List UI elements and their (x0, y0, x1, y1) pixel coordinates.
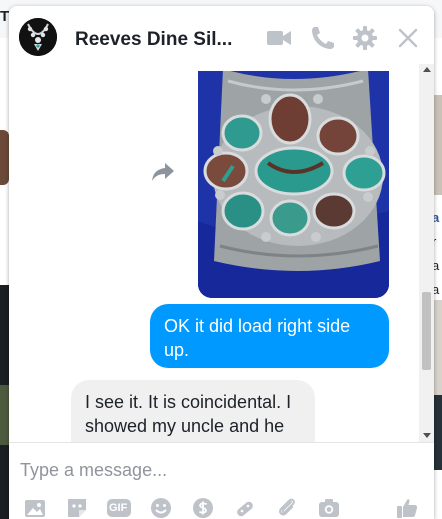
background-image (433, 395, 442, 470)
image-icon[interactable] (23, 496, 47, 519)
background-image (0, 385, 9, 445)
necklace-avatar-image (19, 18, 57, 56)
phone-icon[interactable] (309, 24, 337, 52)
gif-label: GIF (109, 502, 128, 514)
message-input[interactable] (20, 457, 410, 483)
incoming-message[interactable]: I see it. It is coincidental. I showed m… (71, 380, 315, 442)
bracelet-photo-image (198, 71, 389, 298)
background-image (433, 300, 442, 410)
outgoing-message[interactable]: OK it did load right side up. (150, 304, 389, 368)
scroll-down-arrow-icon[interactable] (423, 433, 431, 438)
shared-photo[interactable] (198, 71, 389, 298)
camera-icon[interactable] (317, 496, 341, 519)
avatar[interactable] (19, 18, 57, 56)
smiley-icon[interactable] (149, 496, 173, 519)
share-arrow-icon[interactable] (150, 161, 176, 183)
sticker-icon[interactable] (65, 496, 89, 519)
message-list[interactable]: OK it did load right side up. I see it. … (9, 64, 434, 442)
scrollbar-thumb[interactable] (422, 292, 431, 370)
scroll-up-arrow-icon[interactable] (423, 67, 431, 72)
thumbs-up-icon[interactable] (395, 496, 419, 519)
dollar-icon[interactable] (191, 496, 215, 519)
gear-icon[interactable] (351, 24, 379, 52)
background-header-text: T (0, 8, 10, 25)
conversation-title[interactable]: Reeves Dine Sil... (75, 29, 232, 51)
chat-window: Reeves Dine Sil... OK it did load right … (9, 6, 434, 519)
message-scrollbar[interactable] (419, 64, 434, 442)
gif-icon[interactable]: GIF (106, 496, 132, 519)
message-composer: GIF (9, 442, 434, 519)
video-camera-icon[interactable] (265, 24, 293, 52)
background-thumbnail (0, 130, 9, 185)
chat-header[interactable]: Reeves Dine Sil... (9, 6, 434, 65)
close-icon[interactable] (394, 24, 422, 52)
game-controller-icon[interactable] (233, 496, 257, 519)
paperclip-icon[interactable] (275, 496, 299, 519)
